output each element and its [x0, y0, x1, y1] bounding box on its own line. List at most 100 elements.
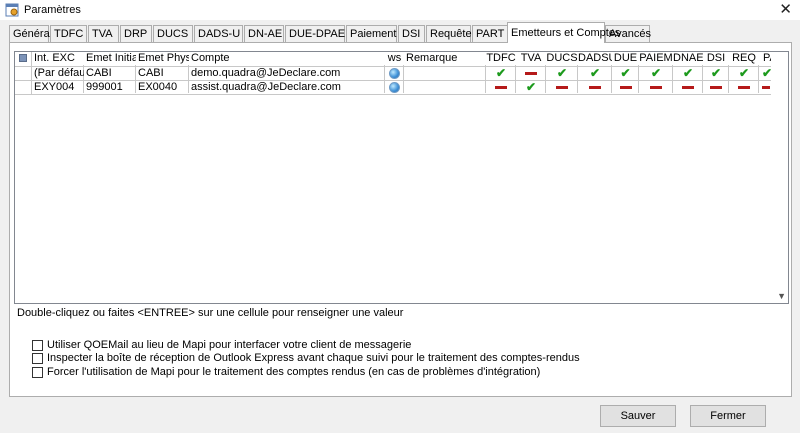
grid-hint: Double-cliquez ou faites <ENTREE> sur un… [17, 307, 404, 319]
col-ducs[interactable]: DUCS [546, 52, 578, 66]
cell-due[interactable]: ✔ [612, 67, 639, 81]
tab-tva[interactable]: TVA [88, 25, 119, 42]
cell-ducs[interactable] [546, 81, 578, 95]
checkbox[interactable] [32, 340, 43, 351]
globe-icon[interactable] [389, 82, 400, 93]
cell-dadsu[interactable]: ✔ [578, 67, 612, 81]
chevron-down-icon[interactable]: ▼ [777, 291, 786, 301]
col-due[interactable]: DUE [612, 52, 639, 66]
cell-dnae[interactable] [673, 81, 703, 95]
cell-dsi[interactable]: ✔ [703, 67, 729, 81]
tab-paiement[interactable]: Paiement [346, 25, 397, 42]
col-dsi[interactable]: DSI [703, 52, 729, 66]
tab-bar: Général TDFC TVA DRP DUCS DADS-U DN-AE D… [9, 22, 799, 43]
cell-tdfc[interactable] [486, 81, 516, 95]
cell-ducs[interactable]: ✔ [546, 67, 578, 81]
check-icon: ✔ [682, 67, 694, 80]
col-int-exc[interactable]: Int. EXC [32, 52, 84, 66]
cell-paiem[interactable] [639, 81, 673, 95]
check-icon: ✔ [650, 67, 662, 80]
cell-remarque[interactable] [404, 67, 486, 81]
cell-compte[interactable]: demo.quadra@JeDeclare.com [189, 67, 385, 81]
tab-drp[interactable]: DRP [120, 25, 152, 42]
cell-tdfc[interactable]: ✔ [486, 67, 516, 81]
cell-req[interactable] [729, 81, 759, 95]
cell-ws[interactable] [385, 81, 404, 95]
col-dadsu[interactable]: DADSU [578, 52, 612, 66]
tab-due-dpae[interactable]: DUE-DPAE [285, 25, 345, 42]
cell-emet-physi[interactable]: CABI [136, 67, 189, 81]
dash-icon [738, 85, 750, 89]
check-icon: ✔ [762, 67, 771, 80]
cell-due[interactable] [612, 81, 639, 95]
tab-dn-ae[interactable]: DN-AE [244, 25, 284, 42]
col-paiem[interactable]: PAIEM [639, 52, 673, 66]
tab-tdfc[interactable]: TDFC [50, 25, 87, 42]
cell-ws[interactable] [385, 67, 404, 81]
tab-emetteurs-et-comptes[interactable]: Emetteurs et Comptes [507, 22, 620, 43]
check-icon: ✔ [556, 67, 568, 80]
accounts-grid[interactable]: Int. EXC Emet Initial Emet Physi Compte … [14, 51, 789, 304]
cell-dsi[interactable] [703, 81, 729, 95]
settings-window-icon [5, 3, 19, 17]
check-icon: ✔ [495, 67, 507, 80]
globe-icon[interactable] [389, 68, 400, 79]
col-pa[interactable]: PA [759, 52, 771, 66]
dash-icon [619, 85, 632, 89]
cell-int-exc[interactable]: (Par défaut) [32, 67, 84, 81]
dash-icon [556, 85, 568, 89]
col-remarque[interactable]: Remarque [404, 52, 486, 66]
dash-icon [762, 85, 770, 89]
tab-dads-u[interactable]: DADS-U [194, 25, 243, 42]
col-emet-physi[interactable]: Emet Physi [136, 52, 189, 66]
window-title: Paramètres [24, 4, 81, 16]
col-compte[interactable]: Compte [189, 52, 385, 66]
dash-icon [682, 85, 694, 89]
cell-int-exc[interactable]: EXY004 [32, 81, 84, 95]
checkbox[interactable] [32, 353, 43, 364]
cell-emet-physi[interactable]: EX0040 [136, 81, 189, 95]
check-icon: ✔ [589, 67, 601, 80]
cell-dadsu[interactable] [578, 81, 612, 95]
grid-header: Int. EXC Emet Initial Emet Physi Compte … [15, 52, 788, 66]
check-icon: ✔ [525, 81, 537, 94]
tab-dsi[interactable]: DSI [398, 25, 425, 42]
dash-icon [650, 85, 662, 89]
tab-requete[interactable]: Requête [426, 25, 472, 42]
table-row[interactable]: EXY004 999001 EX0040 assist.quadra@JeDec… [15, 81, 788, 95]
check-icon: ✔ [738, 67, 750, 80]
cell-req[interactable]: ✔ [729, 67, 759, 81]
col-req[interactable]: REQ [729, 52, 759, 66]
col-dnae[interactable]: DNAE [673, 52, 703, 66]
checkbox[interactable] [32, 367, 43, 378]
cell-pa[interactable]: ✔ [759, 67, 771, 81]
cell-compte[interactable]: assist.quadra@JeDeclare.com [189, 81, 385, 95]
close-icon[interactable]: ✕ [779, 1, 792, 19]
option-label: Inspecter la boîte de réception de Outlo… [47, 352, 580, 364]
option-label: Forcer l'utilisation de Mapi pour le tra… [47, 366, 541, 378]
tab-ducs[interactable]: DUCS [153, 25, 193, 42]
cell-paiem[interactable]: ✔ [639, 67, 673, 81]
tab-general[interactable]: Général [9, 25, 52, 42]
save-button[interactable]: Sauver [600, 405, 676, 427]
tab-part[interactable]: PART [472, 25, 508, 42]
option-label: Utiliser QOEMail au lieu de Mapi pour in… [47, 339, 412, 351]
table-row[interactable]: (Par défaut) CABI CABI demo.quadra@JeDec… [15, 67, 788, 81]
dash-icon [525, 71, 537, 75]
col-tva[interactable]: TVA [516, 52, 546, 66]
cell-emet-initial[interactable]: 999001 [84, 81, 136, 95]
close-button[interactable]: Fermer [690, 405, 766, 427]
dash-icon [589, 85, 601, 89]
check-icon: ✔ [710, 67, 722, 80]
col-ws[interactable]: ws [385, 52, 404, 66]
cell-dnae[interactable]: ✔ [673, 67, 703, 81]
col-emet-initial[interactable]: Emet Initial [84, 52, 136, 66]
title-bar: Paramètres ✕ [0, 0, 800, 20]
dash-icon [710, 85, 722, 89]
cell-emet-initial[interactable]: CABI [84, 67, 136, 81]
cell-tva[interactable] [516, 67, 546, 81]
cell-pa[interactable] [759, 81, 771, 95]
cell-tva[interactable]: ✔ [516, 81, 546, 95]
cell-remarque[interactable] [404, 81, 486, 95]
col-tdfc[interactable]: TDFC [486, 52, 516, 66]
